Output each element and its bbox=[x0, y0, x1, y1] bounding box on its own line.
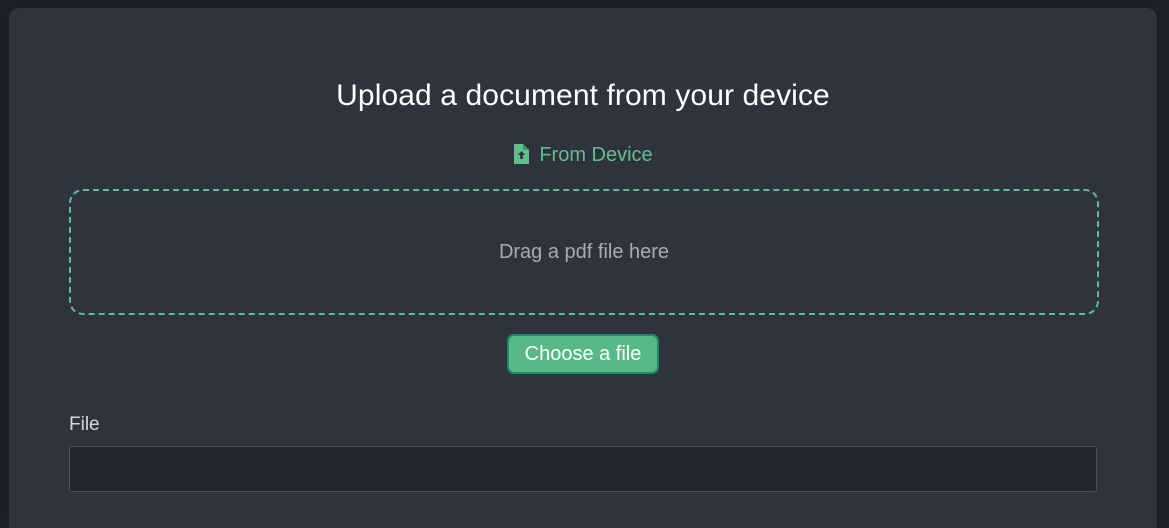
tab-from-device[interactable]: From Device bbox=[9, 144, 1157, 167]
file-field[interactable] bbox=[69, 446, 1097, 492]
tab-from-device-label: From Device bbox=[539, 144, 652, 167]
file-upload-icon bbox=[513, 148, 529, 164]
file-field-label: File bbox=[69, 414, 100, 436]
upload-modal: Upload a document from your device From … bbox=[9, 8, 1157, 528]
choose-file-button[interactable]: Choose a file bbox=[507, 334, 659, 374]
modal-title: Upload a document from your device bbox=[9, 79, 1157, 113]
file-dropzone[interactable]: Drag a pdf file here bbox=[69, 189, 1099, 315]
dropzone-text: Drag a pdf file here bbox=[499, 241, 669, 264]
